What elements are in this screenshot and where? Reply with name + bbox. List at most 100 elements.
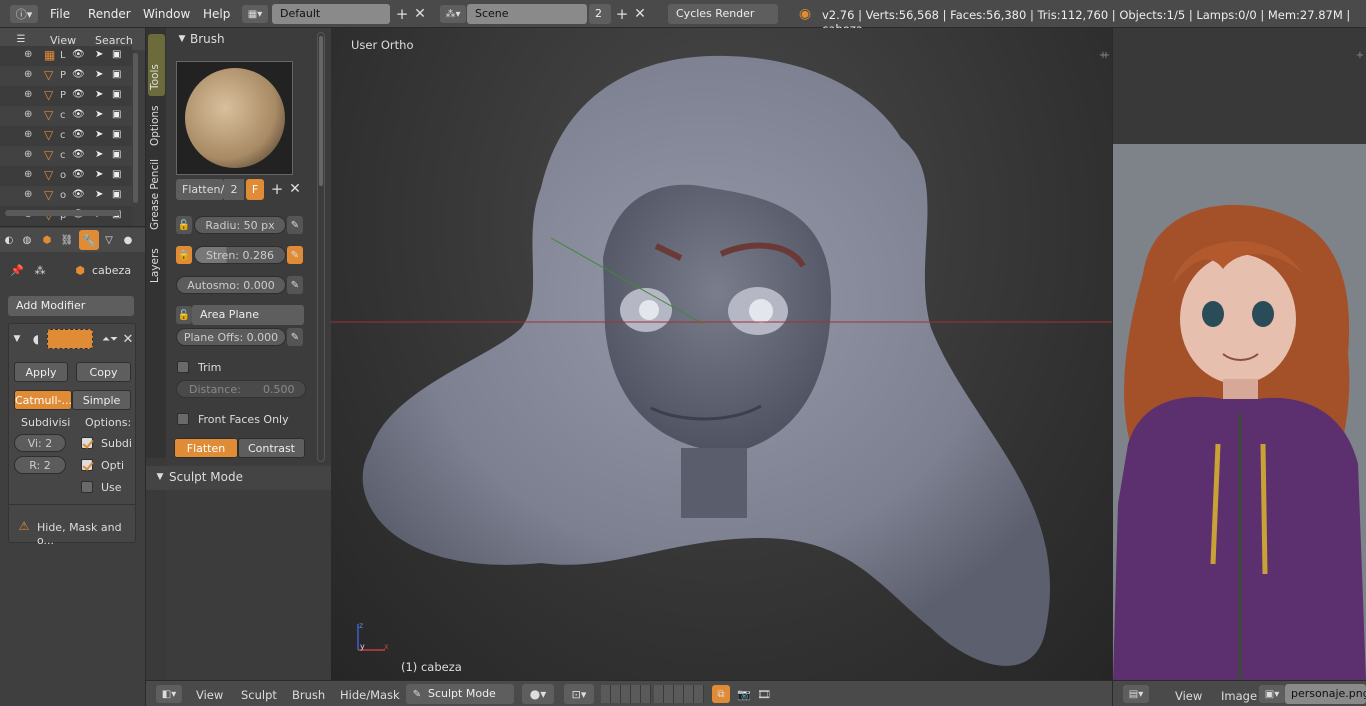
outliner-editor-icon[interactable]: ☰ <box>10 31 32 47</box>
screen-layout-icon[interactable]: ▦▾ <box>242 5 268 23</box>
pin-icon[interactable]: 📌 <box>10 262 24 278</box>
outliner-scrollbar[interactable] <box>133 53 138 203</box>
viewport-menu-brush[interactable]: Brush <box>292 688 325 702</box>
distance-slider[interactable]: Distance: 0.500 <box>176 380 306 398</box>
shading-select-icon[interactable]: ●▾ <box>522 684 554 704</box>
expand-dot-icon[interactable]: ⊕ <box>24 189 32 200</box>
image-editor-corner-icon[interactable]: + <box>1353 48 1366 62</box>
image-name-field[interactable]: personaje.png <box>1285 684 1366 704</box>
pivot-select-icon[interactable]: ⊡▾ <box>564 684 594 704</box>
close-scene-icon[interactable]: ✕ <box>632 5 648 23</box>
visibility-eye-icon[interactable]: 👁 <box>72 169 85 180</box>
object-tab-icon[interactable]: ⬢ <box>40 232 54 248</box>
unlink-brush-icon[interactable]: ✕ <box>287 180 303 198</box>
outliner-row[interactable]: ⊕ ▽ o 👁 ➤ ▣ <box>0 166 132 186</box>
area-plane-lock-icon[interactable]: 🔓 <box>176 306 192 324</box>
select-arrow-icon[interactable]: ➤ <box>95 69 103 80</box>
visibility-eye-icon[interactable]: 👁 <box>72 149 85 160</box>
move-up-down-icon[interactable]: ⏶⏷ <box>101 330 119 348</box>
data-tab-icon[interactable]: ▽ <box>102 232 116 248</box>
select-arrow-icon[interactable]: ➤ <box>95 129 103 140</box>
close-layout-icon[interactable]: ✕ <box>412 5 428 23</box>
scene-icon[interactable]: ⁂▾ <box>440 5 466 23</box>
info-icon[interactable]: ⓘ▾ <box>10 5 38 23</box>
brush-header[interactable]: Brush <box>190 32 225 46</box>
separator-left[interactable] <box>145 28 146 706</box>
lock-camera-icon[interactable]: ⧉ <box>712 685 730 703</box>
radius-pressure-icon[interactable]: ✎ <box>287 216 303 234</box>
visibility-eye-icon[interactable]: 👁 <box>72 189 85 200</box>
sculpt-mode-collapse-icon[interactable]: ▼ <box>154 470 166 484</box>
plane-offset-pressure-icon[interactable]: ✎ <box>287 328 303 346</box>
sculpt-mode-panel-header[interactable]: Sculpt Mode <box>169 470 243 484</box>
view-levels-field[interactable]: Vi: 2 <box>14 434 66 452</box>
subdiv-uv-checkbox[interactable] <box>81 437 93 449</box>
image-editor-type-icon[interactable]: ▤▾ <box>1123 685 1149 703</box>
render-camera-icon[interactable]: ▣ <box>112 189 121 200</box>
select-arrow-icon[interactable]: ➤ <box>95 49 103 60</box>
select-arrow-icon[interactable]: ➤ <box>95 89 103 100</box>
material-tab-icon[interactable]: ● <box>121 232 135 248</box>
viewport-menu-sculpt[interactable]: Sculpt <box>241 688 277 702</box>
catmull-clark-button[interactable]: Catmull-... <box>14 390 72 410</box>
layers-grid-2[interactable] <box>654 685 704 703</box>
strength-pressure-icon[interactable]: ✎ <box>287 246 303 264</box>
expand-dot-icon[interactable]: ⊕ <box>24 109 32 120</box>
select-arrow-icon[interactable]: ➤ <box>95 169 103 180</box>
menu-help[interactable]: Help <box>203 7 230 21</box>
layout-field[interactable]: Default <box>272 4 390 24</box>
outliner-row[interactable]: ⊕ ▽ P 👁 ➤ ▣ <box>0 86 132 106</box>
expand-dot-icon[interactable]: ⊕ <box>24 69 32 80</box>
scene-field[interactable]: Scene <box>467 4 587 24</box>
render-anim-icon[interactable]: 🎞 <box>756 685 772 703</box>
outliner-row[interactable]: ⊕ ▽ c 👁 ➤ ▣ <box>0 106 132 126</box>
menu-render[interactable]: Render <box>88 7 131 21</box>
front-faces-checkbox[interactable] <box>177 413 189 425</box>
autosmooth-pressure-icon[interactable]: ✎ <box>287 276 303 294</box>
visibility-eye-icon[interactable]: 👁 <box>72 69 85 80</box>
brush-scroll-thumb[interactable] <box>319 36 323 186</box>
menu-file[interactable]: File <box>50 7 70 21</box>
outliner-row[interactable]: ⊕ ▽ P 👁 ➤ ▣ <box>0 66 132 86</box>
add-layout-icon[interactable]: + <box>394 5 410 23</box>
new-brush-icon[interactable]: + <box>269 180 285 198</box>
flatten-button[interactable]: Flatten <box>174 438 238 458</box>
render-tab-icon[interactable]: ◐ <box>2 232 16 248</box>
layers-grid-1[interactable] <box>601 685 651 703</box>
select-arrow-icon[interactable]: ➤ <box>95 149 103 160</box>
expand-dot-icon[interactable]: ⊕ <box>24 169 32 180</box>
tab-layers[interactable]: Layers <box>149 248 161 283</box>
fake-user-toggle[interactable]: F <box>246 179 264 200</box>
strength-lock-icon[interactable]: 🔒 <box>176 246 192 264</box>
visibility-eye-icon[interactable]: 👁 <box>72 89 85 100</box>
outliner-row[interactable]: ⊕ ▽ c 👁 ➤ ▣ <box>0 126 132 146</box>
contrast-button[interactable]: Contrast <box>238 438 305 458</box>
copy-button[interactable]: Copy <box>76 362 131 382</box>
modifier-name-field[interactable] <box>47 329 93 349</box>
expand-dot-icon[interactable]: ⊕ <box>24 149 32 160</box>
visibility-eye-icon[interactable]: 👁 <box>72 109 85 120</box>
outliner-row[interactable]: ⊕ ▽ o 👁 ➤ ▣ <box>0 186 132 206</box>
brush-collapse-icon[interactable]: ▼ <box>176 32 188 46</box>
render-camera-icon[interactable]: ▣ <box>112 89 121 100</box>
separator-outliner[interactable] <box>0 226 145 227</box>
modifier-tab-icon[interactable]: 🔧 <box>79 230 99 250</box>
optimal-display-checkbox[interactable] <box>81 459 93 471</box>
expand-dot-icon[interactable]: ⊕ <box>24 89 32 100</box>
expand-dot-icon[interactable]: ⊕ <box>24 129 32 140</box>
render-engine-select[interactable]: Cycles Render <box>668 4 778 24</box>
image-menu-view[interactable]: View <box>1175 689 1202 703</box>
tab-options[interactable]: Options <box>149 105 161 146</box>
expand-icon[interactable]: ▼ <box>11 332 23 346</box>
select-arrow-icon[interactable]: ➤ <box>95 189 103 200</box>
outliner-hscroll[interactable] <box>5 210 120 216</box>
area-plane-select[interactable]: Area Plane <box>192 305 304 325</box>
brush-preview[interactable] <box>176 61 293 175</box>
radius-slider[interactable]: Radiu: 50 px <box>194 216 286 234</box>
render-camera-icon[interactable]: ▣ <box>112 169 121 180</box>
brush-name-field[interactable]: Flatten/ <box>176 179 224 200</box>
3d-viewport[interactable]: User Ortho x y z (1) cabeza + <box>331 28 1112 680</box>
render-camera-icon[interactable]: ▣ <box>112 129 121 140</box>
autosmooth-slider[interactable]: Autosmo: 0.000 <box>176 276 286 294</box>
select-arrow-icon[interactable]: ➤ <box>95 109 103 120</box>
